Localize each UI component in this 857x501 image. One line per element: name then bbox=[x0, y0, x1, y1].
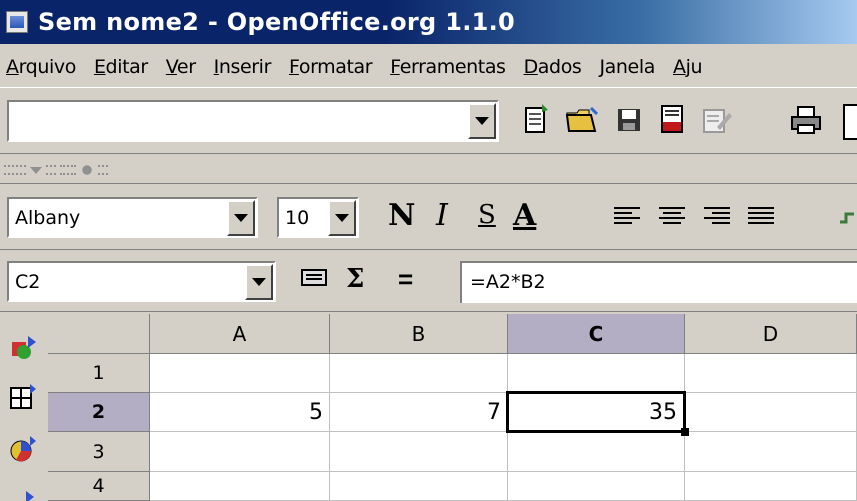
menu-editar[interactable]: Editar bbox=[85, 56, 157, 78]
cell-b4[interactable] bbox=[330, 472, 508, 501]
chevron-down-icon bbox=[252, 278, 266, 286]
function-toolbar bbox=[0, 90, 857, 154]
justify-icon[interactable] bbox=[748, 207, 774, 229]
cell-b2[interactable]: 7 bbox=[330, 393, 508, 432]
column-header-b[interactable]: B bbox=[330, 314, 508, 354]
toolbar-grip-row bbox=[0, 156, 857, 184]
toolbar-grip[interactable] bbox=[4, 163, 184, 177]
url-combo-box[interactable] bbox=[7, 100, 499, 142]
select-all-corner[interactable] bbox=[48, 314, 150, 354]
formula-bar: C2 Σ = =A2*B2 bbox=[0, 252, 857, 312]
menu-inserir[interactable]: Inserir bbox=[205, 56, 280, 78]
save-icon[interactable] bbox=[612, 103, 646, 137]
column-header-d[interactable]: D bbox=[685, 314, 857, 354]
font-name-combo[interactable]: Albany bbox=[7, 197, 258, 238]
row-header-4[interactable]: 4 bbox=[48, 472, 150, 501]
menu-aju[interactable]: Aju bbox=[664, 56, 711, 78]
url-dropdown-button[interactable] bbox=[468, 103, 496, 139]
menu-ferramentas[interactable]: Ferramentas bbox=[381, 56, 514, 78]
font-size-dropdown-button[interactable] bbox=[328, 200, 356, 236]
number-format-icon[interactable] bbox=[838, 208, 857, 228]
title-bar: Sem nome2 - OpenOffice.org 1.1.0 bbox=[0, 0, 857, 44]
print-icon[interactable] bbox=[790, 103, 824, 137]
font-size-combo[interactable]: 10 bbox=[277, 197, 359, 238]
insert-cells-icon[interactable] bbox=[6, 380, 40, 414]
open-folder-icon[interactable] bbox=[565, 103, 599, 137]
align-right-icon[interactable] bbox=[704, 207, 730, 229]
chevron-down-icon bbox=[234, 214, 248, 222]
function-wizard-icon[interactable] bbox=[300, 264, 328, 295]
font-color-button[interactable]: A bbox=[513, 198, 536, 233]
row-header-2[interactable]: 2 bbox=[48, 393, 150, 432]
cell-d4[interactable] bbox=[685, 472, 857, 501]
menu-ver[interactable]: Ver bbox=[157, 56, 205, 78]
menu-arquivo[interactable]: Arquivo bbox=[0, 56, 85, 78]
chevron-down-icon bbox=[475, 117, 489, 125]
fill-handle[interactable] bbox=[681, 428, 689, 436]
align-center-icon[interactable] bbox=[659, 207, 685, 229]
formula-input[interactable]: =A2*B2 bbox=[460, 261, 857, 303]
cell-b1[interactable] bbox=[330, 354, 508, 393]
cell-c2[interactable]: 35 bbox=[506, 391, 686, 433]
menu-janela[interactable]: Janela bbox=[590, 56, 664, 78]
cell-c4[interactable] bbox=[508, 472, 685, 501]
name-box-input[interactable]: C2 bbox=[15, 271, 40, 293]
column-header-c[interactable]: C bbox=[508, 314, 685, 354]
new-document-icon[interactable] bbox=[520, 103, 554, 137]
font-name-input[interactable]: Albany bbox=[15, 207, 80, 229]
cell-a2[interactable]: 5 bbox=[150, 393, 330, 432]
align-left-icon[interactable] bbox=[614, 207, 640, 229]
cell-a3[interactable] bbox=[150, 432, 330, 472]
bold-button[interactable]: N bbox=[388, 198, 415, 233]
function-button[interactable]: = bbox=[398, 264, 413, 295]
underline-button[interactable]: S bbox=[478, 200, 496, 230]
edit-file-icon[interactable] bbox=[700, 103, 734, 137]
sum-button[interactable]: Σ bbox=[346, 264, 364, 294]
font-size-input[interactable]: 10 bbox=[285, 207, 309, 229]
row-header-1[interactable]: 1 bbox=[48, 354, 150, 393]
toolbar-overflow-box bbox=[843, 104, 857, 140]
insert-object-icon[interactable] bbox=[6, 332, 40, 366]
formatting-toolbar: Albany 10 N I S A bbox=[0, 186, 857, 250]
side-toolbar bbox=[0, 314, 48, 501]
menu-dados[interactable]: Dados bbox=[515, 56, 591, 78]
cell-a1[interactable] bbox=[150, 354, 330, 393]
name-box[interactable]: C2 bbox=[7, 261, 276, 302]
insert-chart-icon[interactable] bbox=[6, 432, 40, 466]
app-icon[interactable] bbox=[6, 11, 28, 33]
cell-d2[interactable] bbox=[685, 393, 857, 432]
column-header-a[interactable]: A bbox=[150, 314, 330, 354]
chevron-down-icon bbox=[335, 214, 349, 222]
cell-d1[interactable] bbox=[685, 354, 857, 393]
menu-bar: Arquivo Editar Ver Inserir Formatar Ferrament… bbox=[0, 46, 857, 88]
name-box-dropdown-button[interactable] bbox=[245, 264, 273, 300]
export-pdf-icon[interactable] bbox=[656, 103, 690, 137]
cell-c1[interactable] bbox=[508, 354, 685, 393]
font-name-dropdown-button[interactable] bbox=[227, 200, 255, 236]
insert-more-icon[interactable] bbox=[6, 480, 40, 501]
menu-formatar[interactable]: Formatar bbox=[280, 56, 381, 78]
cell-a4[interactable] bbox=[150, 472, 330, 501]
row-header-3[interactable]: 3 bbox=[48, 432, 150, 472]
window-title: Sem nome2 - OpenOffice.org 1.1.0 bbox=[38, 8, 516, 36]
cell-d3[interactable] bbox=[685, 432, 857, 472]
cell-b3[interactable] bbox=[330, 432, 508, 472]
italic-button[interactable]: I bbox=[436, 198, 448, 233]
cell-c3[interactable] bbox=[508, 432, 685, 472]
formula-text[interactable]: =A2*B2 bbox=[470, 271, 546, 293]
